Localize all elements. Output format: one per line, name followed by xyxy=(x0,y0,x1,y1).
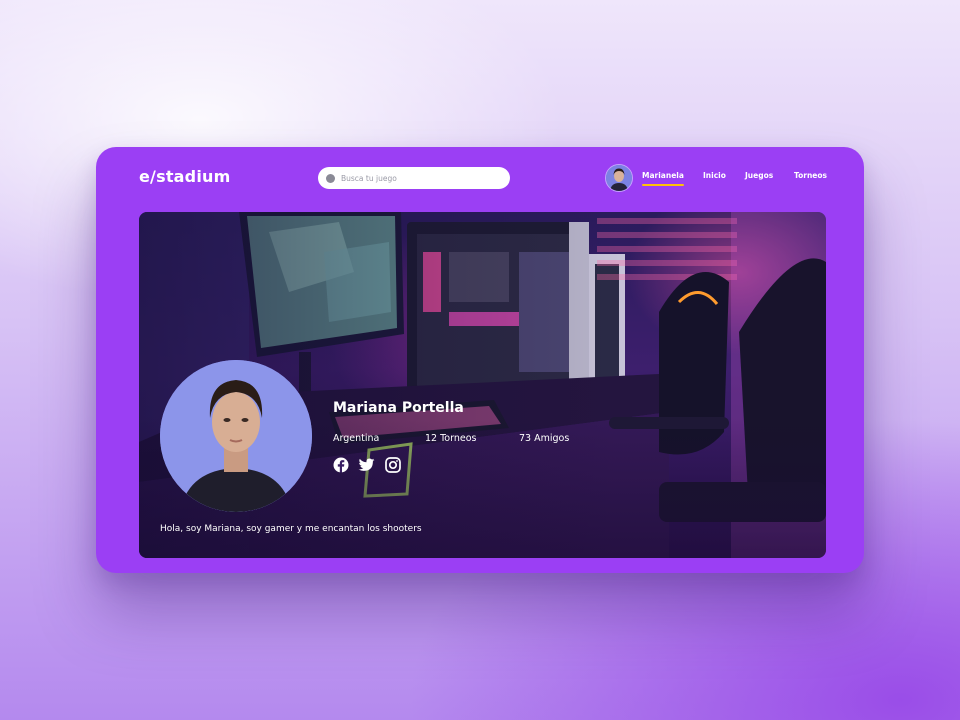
nav-avatar[interactable] xyxy=(605,164,633,192)
search-input[interactable] xyxy=(341,173,501,183)
instagram-icon[interactable] xyxy=(385,457,401,473)
profile-country: Argentina xyxy=(333,433,380,444)
avatar-image xyxy=(606,165,632,191)
facebook-icon[interactable] xyxy=(333,457,349,473)
app-logo[interactable]: e/stadium xyxy=(139,167,230,186)
nav-item-inicio[interactable]: Inicio xyxy=(703,171,726,180)
nav-item-torneos[interactable]: Torneos xyxy=(794,171,827,180)
profile-friends[interactable]: 73 Amigos xyxy=(519,433,569,444)
profile-name: Mariana Portella xyxy=(333,400,464,416)
profile-portrait xyxy=(160,360,312,512)
nav-user-link[interactable]: Marianela xyxy=(642,171,684,186)
profile-avatar xyxy=(160,360,312,512)
profile-bio: Hola, soy Mariana, soy gamer y me encant… xyxy=(160,524,422,534)
profile-tournaments[interactable]: 12 Torneos xyxy=(425,433,476,444)
profile-banner: Mariana Portella Argentina 12 Torneos 73… xyxy=(139,212,826,558)
app-window: e/stadium Marianela Inicio Juegos Torneo… xyxy=(96,147,864,573)
twitter-icon[interactable] xyxy=(358,457,375,473)
search-icon xyxy=(326,173,335,183)
search-bar[interactable] xyxy=(318,167,510,189)
nav-item-juegos[interactable]: Juegos xyxy=(745,171,773,180)
